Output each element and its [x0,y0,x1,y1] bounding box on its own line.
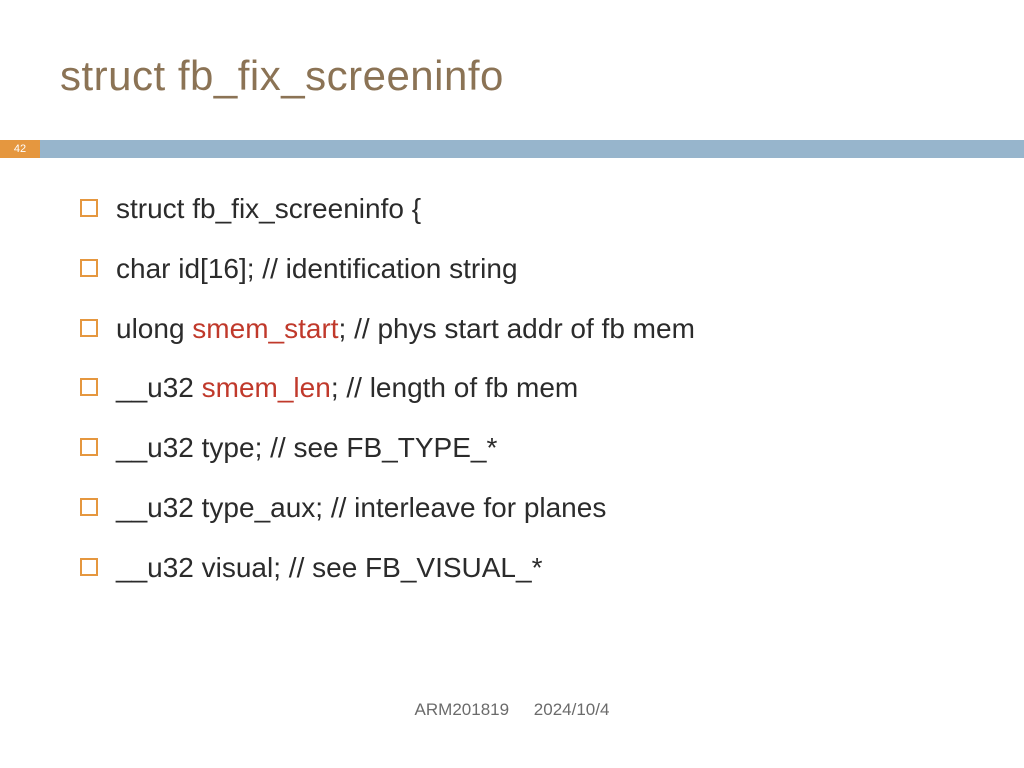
list-item: __u32 smem_len; // length of fb mem [80,369,964,407]
list-item-text: __u32 smem_len; // length of fb mem [116,369,578,407]
footer-course: ARM201819 [415,700,510,719]
list-item: ulong smem_start; // phys start addr of … [80,310,964,348]
list-item-text: __u32 type; // see FB_TYPE_* [116,429,497,467]
text-segment: ; // phys start addr of fb mem [339,313,695,344]
text-segment: __u32 type; // see FB_TYPE_* [116,432,497,463]
list-item: __u32 type_aux; // interleave for planes [80,489,964,527]
square-bullet-icon [80,199,98,217]
divider-bar: 42 [0,140,1024,158]
square-bullet-icon [80,498,98,516]
list-item-text: char id[16]; // identification string [116,250,518,288]
accent-bar [40,140,1024,158]
list-item-text: __u32 visual; // see FB_VISUAL_* [116,549,542,587]
page-number-badge: 42 [0,140,40,158]
square-bullet-icon [80,259,98,277]
footer-date: 2024/10/4 [534,700,610,719]
square-bullet-icon [80,378,98,396]
text-segment: char id[16]; // identification string [116,253,518,284]
text-segment: ulong [116,313,192,344]
text-segment: __u32 type_aux; // interleave for planes [116,492,606,523]
text-segment: ; // length of fb mem [331,372,578,403]
list-item-text: ulong smem_start; // phys start addr of … [116,310,695,348]
square-bullet-icon [80,558,98,576]
highlight-segment: smem_start [192,313,338,344]
square-bullet-icon [80,438,98,456]
list-item-text: __u32 type_aux; // interleave for planes [116,489,606,527]
text-segment: struct fb_fix_screeninfo { [116,193,421,224]
text-segment: __u32 visual; // see FB_VISUAL_* [116,552,542,583]
list-item: char id[16]; // identification string [80,250,964,288]
list-item-text: struct fb_fix_screeninfo { [116,190,421,228]
highlight-segment: smem_len [202,372,331,403]
list-item: __u32 type; // see FB_TYPE_* [80,429,964,467]
text-segment: __u32 [116,372,202,403]
list-item: __u32 visual; // see FB_VISUAL_* [80,549,964,587]
slide-title: struct fb_fix_screeninfo [60,52,504,100]
square-bullet-icon [80,319,98,337]
bullet-list: struct fb_fix_screeninfo { char id[16]; … [80,190,964,609]
slide: struct fb_fix_screeninfo 42 struct fb_fi… [0,0,1024,768]
list-item: struct fb_fix_screeninfo { [80,190,964,228]
slide-footer: ARM201819 2024/10/4 [0,700,1024,720]
